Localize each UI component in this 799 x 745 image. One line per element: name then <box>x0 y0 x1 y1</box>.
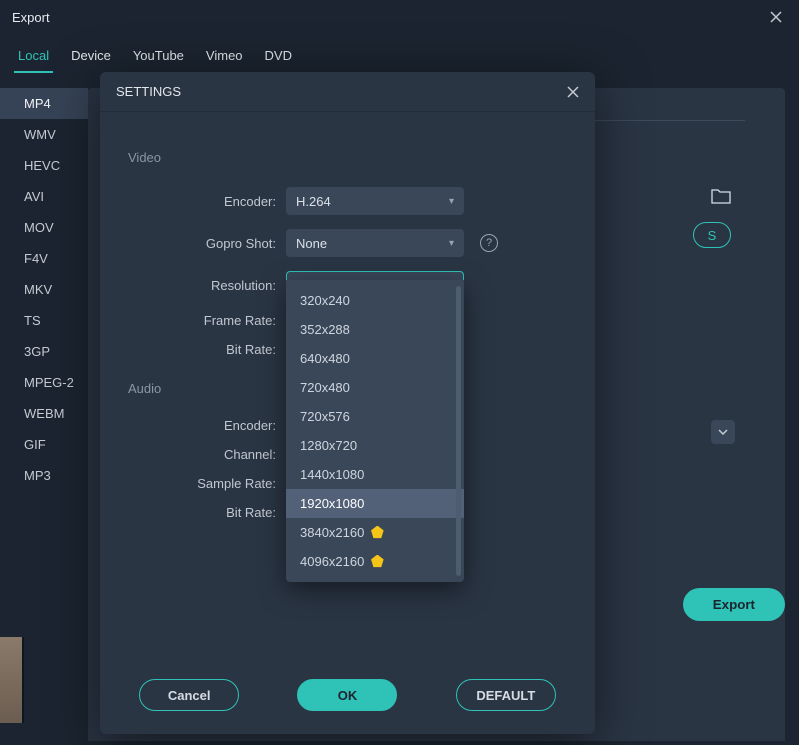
sidebar-item-wmv[interactable]: WMV <box>0 119 88 150</box>
dialog-close-button[interactable] <box>567 86 579 98</box>
premium-icon <box>370 526 384 540</box>
select-value: H.264 <box>296 194 331 209</box>
sidebar-item-hevc[interactable]: HEVC <box>0 150 88 181</box>
close-icon <box>567 86 579 98</box>
label-video-bit-rate: Bit Rate: <box>128 342 276 357</box>
ok-button[interactable]: OK <box>297 679 397 711</box>
default-button[interactable]: DEFAULT <box>456 679 556 711</box>
dialog-title: SETTINGS <box>116 84 181 99</box>
help-icon: ? <box>486 237 492 249</box>
gopro-help-button[interactable]: ? <box>480 234 498 252</box>
chevron-down-icon <box>718 429 728 435</box>
resolution-option[interactable]: 4096x2160 <box>286 547 464 576</box>
tab-device[interactable]: Device <box>69 42 113 73</box>
sidebar-item-webm[interactable]: WEBM <box>0 398 88 429</box>
tab-vimeo[interactable]: Vimeo <box>204 42 245 73</box>
label-audio-bit-rate: Bit Rate: <box>128 505 276 520</box>
dialog-header: SETTINGS <box>100 72 595 112</box>
select-gopro-shot[interactable]: None ▾ <box>286 229 464 257</box>
option-label: 1280x720 <box>300 438 357 453</box>
tab-youtube[interactable]: YouTube <box>131 42 186 73</box>
chevron-down-icon: ▾ <box>449 238 454 249</box>
settings-dialog: SETTINGS Video Encoder: H.264 ▾ Gopro Sh… <box>100 72 595 734</box>
dialog-body: Video Encoder: H.264 ▾ Gopro Shot: None … <box>100 112 595 664</box>
resolution-option[interactable]: 1920x1080 <box>286 489 464 518</box>
sidebar-item-gif[interactable]: GIF <box>0 429 88 460</box>
option-label: 4096x2160 <box>300 554 364 569</box>
tab-local[interactable]: Local <box>16 42 51 73</box>
cancel-button[interactable]: Cancel <box>139 679 239 711</box>
option-label: 3840x2160 <box>300 525 364 540</box>
video-section-label: Video <box>128 150 567 165</box>
preview-thumbnail <box>0 637 24 723</box>
export-button[interactable]: Export <box>683 588 785 621</box>
window-close-button[interactable] <box>765 6 787 28</box>
select-value: None <box>296 236 327 251</box>
resolution-dropdown: 320x240 352x288 640x480 720x480 720x576 1280x… <box>286 280 464 582</box>
select-video-encoder[interactable]: H.264 ▾ <box>286 187 464 215</box>
sidebar-item-3gp[interactable]: 3GP <box>0 336 88 367</box>
sidebar-item-mpeg2[interactable]: MPEG-2 <box>0 367 88 398</box>
export-tabs: Local Device YouTube Vimeo DVD <box>0 34 799 74</box>
label-frame-rate: Frame Rate: <box>128 313 276 328</box>
option-label: 1440x1080 <box>300 467 364 482</box>
option-label: 352x288 <box>300 322 350 337</box>
sidebar-item-avi[interactable]: AVI <box>0 181 88 212</box>
label-video-encoder: Encoder: <box>128 194 276 209</box>
label-channel: Channel: <box>128 447 276 462</box>
option-label: 1920x1080 <box>300 496 364 511</box>
resolution-option[interactable]: 720x480 <box>286 373 464 402</box>
resolution-option[interactable]: 3840x2160 <box>286 518 464 547</box>
settings-chip[interactable]: S <box>693 222 731 248</box>
row-gopro-shot: Gopro Shot: None ▾ ? <box>128 229 567 257</box>
option-label: 320x240 <box>300 293 350 308</box>
premium-icon <box>370 555 384 569</box>
browse-folder-button[interactable] <box>711 188 731 204</box>
resolution-option[interactable]: 1280x720 <box>286 431 464 460</box>
label-audio-encoder: Encoder: <box>128 418 276 433</box>
resolution-option[interactable]: 640x480 <box>286 344 464 373</box>
tab-dvd[interactable]: DVD <box>263 42 294 73</box>
sidebar-item-ts[interactable]: TS <box>0 305 88 336</box>
option-label: 720x480 <box>300 380 350 395</box>
sidebar-item-mov[interactable]: MOV <box>0 212 88 243</box>
close-icon <box>770 11 782 23</box>
chevron-down-icon: ▾ <box>449 196 454 207</box>
option-label: 720x576 <box>300 409 350 424</box>
label-sample-rate: Sample Rate: <box>128 476 276 491</box>
sidebar-item-mkv[interactable]: MKV <box>0 274 88 305</box>
sidebar-item-mp3[interactable]: MP3 <box>0 460 88 491</box>
resolution-option[interactable]: 720x576 <box>286 402 464 431</box>
titlebar: Export <box>0 0 799 34</box>
label-resolution: Resolution: <box>128 278 276 293</box>
resolution-option[interactable]: 320x240 <box>286 286 464 315</box>
label-gopro-shot: Gopro Shot: <box>128 236 276 251</box>
window-title: Export <box>12 10 50 25</box>
folder-icon <box>711 188 731 204</box>
row-video-encoder: Encoder: H.264 ▾ <box>128 187 567 215</box>
dialog-footer: Cancel OK DEFAULT <box>100 664 595 734</box>
panel-chevron[interactable] <box>711 420 735 444</box>
resolution-option[interactable]: 1440x1080 <box>286 460 464 489</box>
resolution-option[interactable]: 352x288 <box>286 315 464 344</box>
sidebar-item-mp4[interactable]: MP4 <box>0 88 88 119</box>
option-label: 640x480 <box>300 351 350 366</box>
sidebar-item-f4v[interactable]: F4V <box>0 243 88 274</box>
